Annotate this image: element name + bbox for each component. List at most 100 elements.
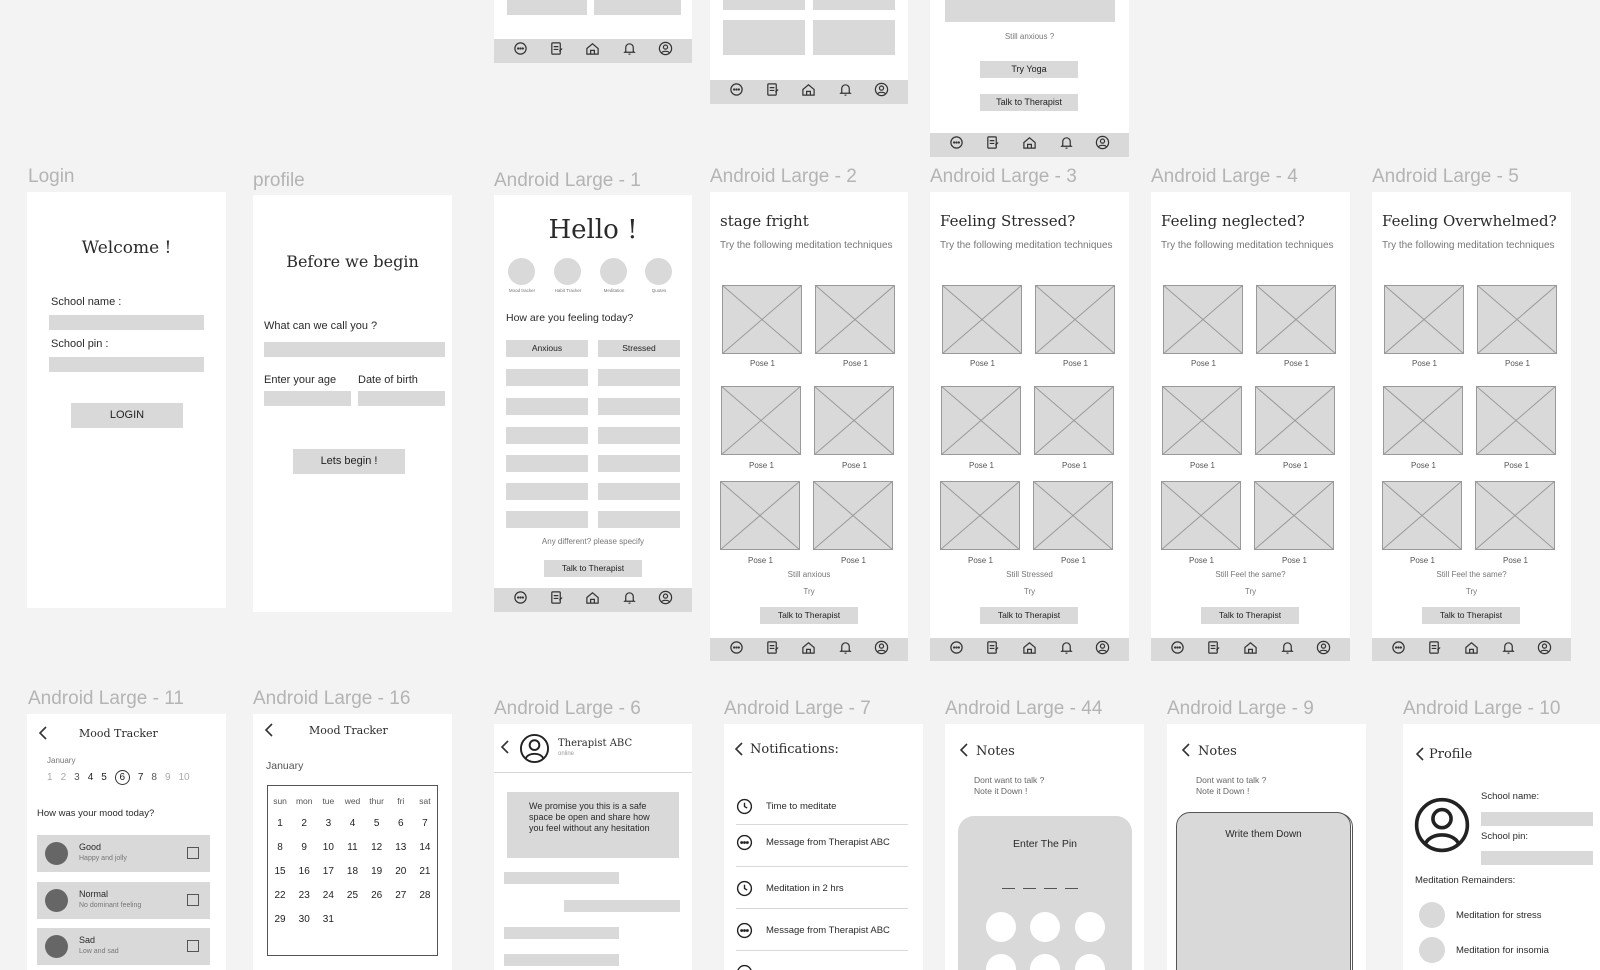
talk-to-therapist-button[interactable]: Talk to Therapist — [980, 607, 1078, 624]
shortcut-quotes[interactable] — [645, 258, 672, 285]
pin-key[interactable] — [1030, 912, 1060, 942]
notification-text[interactable]: Message from Therapist ABC — [766, 925, 890, 936]
notes-icon[interactable] — [765, 640, 780, 660]
other-feeling-text[interactable]: Any different? please specify — [494, 537, 692, 546]
day[interactable]: 1 — [47, 772, 53, 783]
stressed-option[interactable]: Stressed — [598, 340, 680, 357]
feeling-option[interactable] — [506, 427, 588, 444]
calendar-day[interactable]: 25 — [340, 890, 364, 901]
chat-icon[interactable] — [729, 640, 744, 660]
notification-text[interactable]: Meditation in 2 hrs — [766, 883, 844, 894]
calendar-day[interactable]: 24 — [316, 890, 340, 901]
calendar-day[interactable]: 4 — [340, 818, 364, 829]
chat-icon[interactable] — [513, 590, 528, 610]
notes-editor[interactable]: Write them Down — [1176, 812, 1351, 970]
school-name-field[interactable] — [1481, 812, 1593, 826]
notes-icon[interactable] — [549, 590, 564, 610]
profile-icon[interactable] — [658, 41, 673, 61]
calendar-day[interactable]: 8 — [268, 842, 292, 853]
pose-image[interactable] — [940, 481, 1020, 550]
feeling-option[interactable] — [598, 369, 680, 386]
feeling-option[interactable] — [506, 455, 588, 472]
notes-icon[interactable] — [549, 41, 564, 61]
notification-text[interactable]: Message from Therapist ABC — [766, 837, 890, 848]
talk-to-therapist-button[interactable]: Talk to Therapist — [1201, 607, 1299, 624]
bell-icon[interactable] — [622, 41, 637, 61]
notes-icon[interactable] — [985, 640, 1000, 660]
avatar-icon[interactable] — [1413, 796, 1471, 854]
bell-icon[interactable] — [838, 82, 853, 102]
day-selected[interactable]: 6 — [114, 770, 130, 785]
calendar-day[interactable]: 15 — [268, 866, 292, 877]
calendar-day[interactable]: 23 — [292, 890, 316, 901]
pin-key[interactable] — [986, 954, 1016, 970]
pose-image[interactable] — [722, 285, 802, 354]
pose-image[interactable] — [1256, 285, 1336, 354]
calendar-day[interactable]: 30 — [292, 914, 316, 925]
home-icon[interactable] — [1022, 640, 1037, 660]
calendar-day[interactable]: 19 — [365, 866, 389, 877]
pose-image[interactable] — [1476, 386, 1556, 455]
pin-key[interactable] — [986, 912, 1016, 942]
home-icon[interactable] — [1243, 640, 1258, 660]
bell-icon[interactable] — [1059, 640, 1074, 660]
name-input[interactable] — [264, 342, 445, 357]
school-pin-field[interactable] — [1481, 851, 1593, 865]
calendar-day[interactable]: 28 — [413, 890, 437, 901]
pose-image[interactable] — [1477, 285, 1557, 354]
day[interactable]: 4 — [88, 772, 94, 783]
lets-begin-button[interactable]: Lets begin ! — [293, 449, 405, 474]
pin-key[interactable] — [1030, 954, 1060, 970]
chat-icon[interactable] — [949, 135, 964, 155]
calendar-day[interactable]: 11 — [340, 842, 364, 853]
pose-image[interactable] — [1162, 386, 1242, 455]
calendar-day[interactable]: 17 — [316, 866, 340, 877]
pose-image[interactable] — [1383, 386, 1463, 455]
day[interactable]: 3 — [74, 772, 80, 783]
pose-image[interactable] — [941, 386, 1021, 455]
chat-icon[interactable] — [729, 82, 744, 102]
back-icon[interactable] — [958, 743, 970, 757]
calendar-day[interactable]: 2 — [292, 818, 316, 829]
shortcut-habit-tracker[interactable] — [554, 258, 581, 285]
calendar-day[interactable]: 5 — [365, 818, 389, 829]
calendar-day[interactable]: 20 — [389, 866, 413, 877]
back-icon[interactable] — [733, 742, 745, 756]
pose-image[interactable] — [721, 386, 801, 455]
notes-icon[interactable] — [1206, 640, 1221, 660]
pose-image[interactable] — [1475, 481, 1555, 550]
mood-option-sad[interactable]: Sad Low and sad — [37, 928, 210, 965]
mood-checkbox[interactable] — [187, 940, 199, 952]
pin-key[interactable] — [1075, 912, 1105, 942]
bell-icon[interactable] — [1501, 640, 1516, 660]
calendar-day[interactable]: 3 — [316, 818, 340, 829]
calendar-day[interactable]: 13 — [389, 842, 413, 853]
pose-image[interactable] — [814, 386, 894, 455]
talk-to-therapist-button[interactable]: Talk to Therapist — [980, 94, 1078, 111]
mood-option-normal[interactable]: Normal No dominant feeling — [37, 882, 210, 919]
calendar-day[interactable]: 27 — [389, 890, 413, 901]
feeling-option[interactable] — [506, 369, 588, 386]
feeling-option[interactable] — [506, 398, 588, 415]
pose-image[interactable] — [1033, 481, 1113, 550]
notes-icon[interactable] — [765, 82, 780, 102]
calendar-day[interactable]: 31 — [316, 914, 340, 925]
dob-input[interactable] — [358, 391, 445, 406]
profile-icon[interactable] — [1095, 640, 1110, 660]
feeling-option[interactable] — [598, 455, 680, 472]
chat-icon[interactable] — [513, 41, 528, 61]
calendar-day[interactable]: 7 — [413, 818, 437, 829]
pose-image[interactable] — [815, 285, 895, 354]
home-icon[interactable] — [585, 590, 600, 610]
bell-icon[interactable] — [1059, 135, 1074, 155]
pose-image[interactable] — [1255, 386, 1335, 455]
feeling-option[interactable] — [598, 483, 680, 500]
pose-image[interactable] — [1035, 285, 1115, 354]
back-icon[interactable] — [1414, 747, 1426, 761]
talk-to-therapist-button[interactable]: Talk to Therapist — [1422, 607, 1520, 624]
pose-image[interactable] — [720, 481, 800, 550]
pose-image[interactable] — [1384, 285, 1464, 354]
pose-image[interactable] — [813, 481, 893, 550]
calendar-day[interactable]: 6 — [389, 818, 413, 829]
school-name-input[interactable] — [49, 315, 204, 330]
